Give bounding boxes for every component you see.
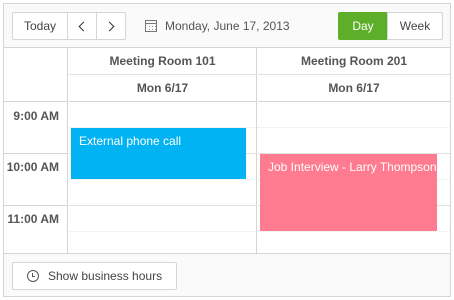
current-date-picker[interactable]: Monday, June 17, 2013: [145, 18, 290, 34]
half-hour-line: [258, 127, 450, 128]
hour-divider: [4, 205, 68, 206]
hour-line: [69, 205, 256, 206]
time-gutter: 9:00 AM 10:00 AM 11:00 AM: [4, 102, 68, 253]
previous-button[interactable]: [67, 12, 97, 40]
day-column-room-201[interactable]: Job Interview - Larry Thompson: [258, 102, 450, 253]
view-week-button[interactable]: Week: [387, 12, 443, 40]
calendar-icon: [145, 20, 157, 32]
day-column-room-101[interactable]: External phone call: [69, 102, 257, 253]
event-job-interview[interactable]: Job Interview - Larry Thompson: [260, 154, 437, 231]
time-label: 9:00 AM: [13, 109, 59, 123]
resource-header-room-201: Meeting Room 201: [258, 48, 450, 75]
event-external-phone-call[interactable]: External phone call: [71, 128, 246, 179]
half-hour-line: [69, 179, 256, 180]
scheduler-grid: Meeting Room 101 Meeting Room 201 Mon 6/…: [4, 48, 450, 253]
scheduler-toolbar: Today Monday, June 17, 2013 Day Week: [4, 4, 450, 48]
current-date-text: Monday, June 17, 2013: [165, 19, 290, 33]
today-button[interactable]: Today: [12, 12, 68, 40]
half-hour-line: [69, 231, 256, 232]
time-label: 10:00 AM: [6, 160, 59, 174]
time-gutter-header: [4, 48, 68, 102]
date-header-room-201: Mon 6/17: [258, 75, 450, 102]
scheduler: Today Monday, June 17, 2013 Day Week Mee…: [3, 3, 451, 297]
hour-divider: [4, 153, 68, 154]
show-business-hours-label: Show business hours: [48, 269, 163, 283]
resource-header-room-101: Meeting Room 101: [69, 48, 257, 75]
next-button[interactable]: [96, 12, 126, 40]
time-label: 11:00 AM: [7, 212, 59, 226]
chevron-right-icon: [104, 21, 115, 31]
chevron-left-icon: [78, 21, 89, 31]
half-hour-line: [258, 231, 450, 232]
clock-icon: [27, 270, 39, 282]
scheduler-footer: Show business hours: [4, 253, 450, 296]
view-day-button[interactable]: Day: [338, 12, 388, 40]
show-business-hours-button[interactable]: Show business hours: [12, 262, 177, 290]
date-header-room-101: Mon 6/17: [69, 75, 257, 102]
